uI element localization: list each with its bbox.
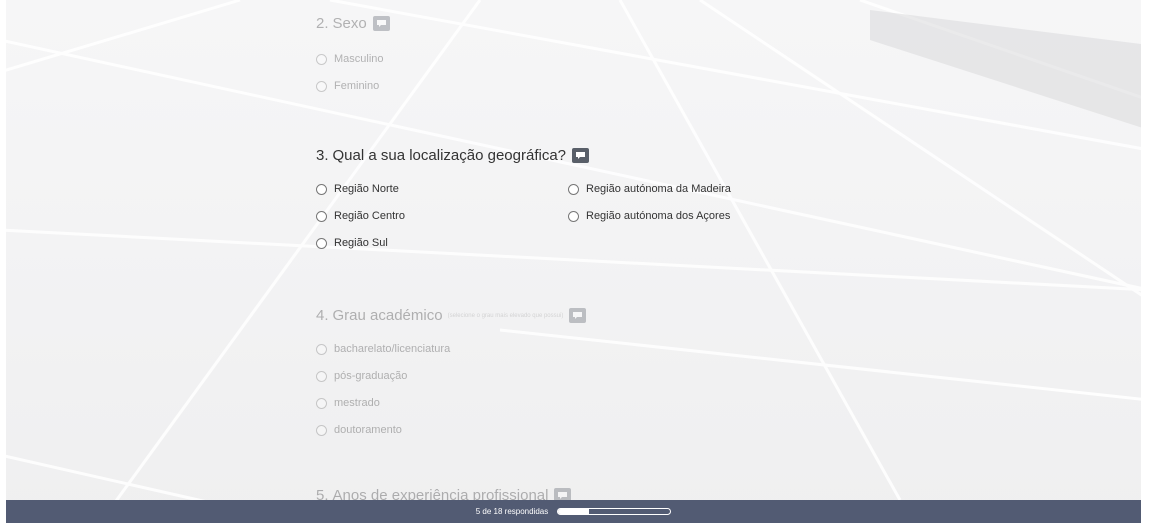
question-number: 5. xyxy=(316,487,329,500)
comment-icon[interactable] xyxy=(554,488,572,500)
question-text: Anos de experiência profissional xyxy=(332,487,549,500)
page-edge-left xyxy=(0,0,6,523)
progress-count: 5 de 18 respondidas xyxy=(475,507,549,516)
question-title: 5. Anos de experiência profissional xyxy=(316,487,572,500)
page-edge-right xyxy=(1141,0,1149,523)
question-experiencia: 5. Anos de experiência profissional xyxy=(316,0,816,500)
progress-bar xyxy=(557,508,672,515)
progress-fill xyxy=(558,509,590,514)
progress-footer: 5 de 18 respondidas xyxy=(6,500,1141,523)
